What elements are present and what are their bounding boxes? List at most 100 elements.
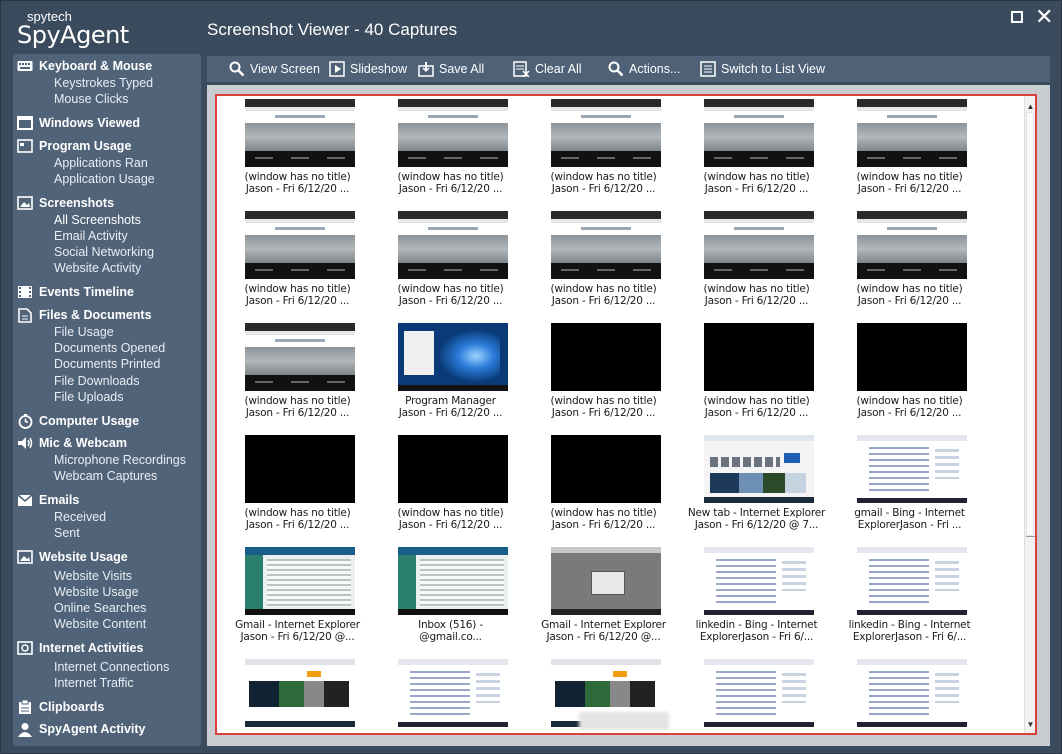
scroll-down-icon[interactable]: ▼ <box>1025 718 1035 732</box>
sidebar-item-microphone-recordings[interactable]: Microphone Recordings <box>54 453 186 469</box>
sidebar-item-file-uploads[interactable]: File Uploads <box>54 390 123 406</box>
screenshot-tile[interactable]: (window has no title) Jason - Fri 6/12/20… <box>221 96 374 203</box>
close-icon[interactable]: ✕ <box>1035 6 1053 28</box>
screenshot-tile[interactable]: (window has no title) Jason - Fri 6/12/20… <box>527 431 680 539</box>
screenshot-thumbnail[interactable] <box>704 435 814 503</box>
screenshot-thumbnail[interactable] <box>704 323 814 391</box>
screenshot-thumbnail[interactable] <box>245 659 355 727</box>
sidebar-item-applications-ran[interactable]: Applications Ran <box>54 156 148 172</box>
sidebar-item-internet-connections[interactable]: Internet Connections <box>54 660 169 676</box>
screenshot-tile[interactable]: New tab - Internet Explorer Jason - Fri 6… <box>680 431 833 539</box>
sidebar-item-website-content[interactable]: Website Content <box>54 617 146 633</box>
slideshow-button[interactable]: Slideshow <box>329 60 407 78</box>
screenshot-thumbnail[interactable] <box>245 435 355 503</box>
scroll-thumb[interactable] <box>1026 112 1034 536</box>
sidebar-item-application-usage[interactable]: Application Usage <box>54 172 155 188</box>
sidebar-item-website-activity[interactable]: Website Activity <box>54 261 141 277</box>
screenshot-thumbnail[interactable] <box>398 323 508 391</box>
screenshot-tile[interactable]: (window has no title) Jason - Fri 6/12/20… <box>374 431 527 539</box>
screenshot-tile[interactable]: linkedin - Bing - Internet ExplorerJason … <box>833 543 986 651</box>
screenshot-tile[interactable]: gmail - Bing - Internet ExplorerJason - F… <box>833 431 986 539</box>
scroll-track[interactable] <box>1026 536 1035 716</box>
screenshot-thumbnail[interactable] <box>245 211 355 279</box>
screenshot-tile[interactable]: Gmail - Internet Explorer Jason - Fri 6/1… <box>221 543 374 651</box>
screenshot-tile[interactable]: (window has no title) Jason - Fri 6/12/20… <box>833 319 986 427</box>
sidebar-item-file-usage[interactable]: File Usage <box>54 325 114 341</box>
sidebar-section-files-documents[interactable]: Files & Documents <box>17 306 152 324</box>
screenshot-tile[interactable]: (window has no title) Jason - Fri 6/12/20… <box>680 96 833 203</box>
maximize-icon[interactable] <box>1009 9 1025 25</box>
screenshot-thumbnail[interactable] <box>245 99 355 167</box>
view-screen-button[interactable]: View Screen <box>229 60 320 78</box>
sidebar-item-file-downloads[interactable]: File Downloads <box>54 374 139 390</box>
screenshot-tile[interactable]: Gmail - Internet Explorer Jason - Fri 6/1… <box>527 543 680 651</box>
screenshot-thumbnail[interactable] <box>551 211 661 279</box>
screenshot-thumbnail[interactable] <box>857 99 967 167</box>
sidebar-section-computer-usage[interactable]: Computer Usage <box>17 412 139 430</box>
sidebar-item-documents-printed[interactable]: Documents Printed <box>54 357 160 373</box>
sidebar-item-keystrokes-typed[interactable]: Keystrokes Typed <box>54 76 153 92</box>
sidebar-section-mic-webcam[interactable]: Mic & Webcam <box>17 434 127 452</box>
screenshot-thumbnail[interactable] <box>245 323 355 391</box>
sidebar-item-sent[interactable]: Sent <box>54 526 80 542</box>
screenshot-tile[interactable]: (window has no title) Jason - Fri 6/12/20… <box>221 207 374 315</box>
screenshot-tile[interactable]: (window has no title) Jason - Fri 6/12/20… <box>527 207 680 315</box>
screenshot-tile[interactable]: Program Manager Jason - Fri 6/12/20 ... <box>374 319 527 427</box>
screenshot-thumbnail[interactable] <box>704 659 814 727</box>
sidebar-section-spyagent-activity[interactable]: SpyAgent Activity <box>17 720 146 738</box>
screenshot-thumbnail[interactable] <box>245 547 355 615</box>
screenshot-thumbnail[interactable] <box>704 211 814 279</box>
screenshot-thumbnail[interactable] <box>551 547 661 615</box>
sidebar-item-website-usage[interactable]: Website Usage <box>54 585 139 601</box>
sidebar-section-internet-activities[interactable]: Internet Activities <box>17 639 143 657</box>
screenshot-tile[interactable]: (window has no title) Jason - Fri 6/12/20… <box>833 96 986 203</box>
screenshot-thumbnail[interactable] <box>857 211 967 279</box>
screenshot-tile[interactable]: Inbox (516) - @gmail.co... <box>374 543 527 651</box>
sidebar-item-internet-traffic[interactable]: Internet Traffic <box>54 676 134 692</box>
sidebar-item-online-searches[interactable]: Online Searches <box>54 601 146 617</box>
sidebar-section-clipboards[interactable]: Clipboards <box>17 698 104 716</box>
sidebar-section-windows-viewed[interactable]: Windows Viewed <box>17 114 140 132</box>
sidebar-section-screenshots[interactable]: Screenshots <box>17 194 114 212</box>
screenshot-tile[interactable]: (window has no title) Jason - Fri 6/12/20… <box>221 319 374 427</box>
screenshot-tile[interactable]: (window has no title) Jason - Fri 6/12/20… <box>833 207 986 315</box>
screenshot-thumbnail[interactable] <box>398 435 508 503</box>
screenshot-thumbnail[interactable] <box>398 99 508 167</box>
sidebar-item-email-activity[interactable]: Email Activity <box>54 229 128 245</box>
vertical-scrollbar[interactable]: ▲ ▼ <box>1024 96 1035 733</box>
sidebar-item-mouse-clicks[interactable]: Mouse Clicks <box>54 92 128 108</box>
screenshot-tile[interactable] <box>221 655 374 733</box>
screenshot-thumbnail[interactable] <box>398 211 508 279</box>
screenshot-tile[interactable] <box>680 655 833 733</box>
sidebar-section-website-usage[interactable]: Website Usage <box>17 548 128 566</box>
screenshot-tile[interactable]: (window has no title) Jason - Fri 6/12/20… <box>680 207 833 315</box>
screenshot-thumbnail[interactable] <box>551 435 661 503</box>
screenshot-thumbnail[interactable] <box>398 659 508 727</box>
screenshot-thumbnail[interactable] <box>857 547 967 615</box>
sidebar-item-all-screenshots[interactable]: All Screenshots <box>54 213 141 229</box>
screenshot-thumbnail[interactable] <box>398 547 508 615</box>
sidebar-section-events-timeline[interactable]: Events Timeline <box>17 283 134 301</box>
sidebar-section-emails[interactable]: Emails <box>17 491 79 509</box>
sidebar-item-social-networking[interactable]: Social Networking <box>54 245 154 261</box>
screenshot-thumbnail[interactable] <box>704 547 814 615</box>
save-all-button[interactable]: Save All <box>418 60 484 78</box>
sidebar-item-received[interactable]: Received <box>54 510 106 526</box>
screenshot-tile[interactable]: (window has no title) Jason - Fri 6/12/20… <box>527 96 680 203</box>
screenshot-thumbnail[interactable] <box>551 99 661 167</box>
screenshot-tile[interactable]: (window has no title) Jason - Fri 6/12/20… <box>221 431 374 539</box>
sidebar-section-keyboard-mouse[interactable]: Keyboard & Mouse <box>17 57 152 75</box>
screenshot-tile[interactable]: (window has no title) Jason - Fri 6/12/20… <box>680 319 833 427</box>
screenshot-tile[interactable]: (window has no title) Jason - Fri 6/12/20… <box>374 207 527 315</box>
sidebar-item-webcam-captures[interactable]: Webcam Captures <box>54 469 157 485</box>
actions-button[interactable]: Actions... <box>608 60 680 78</box>
screenshot-tile[interactable]: (window has no title) Jason - Fri 6/12/20… <box>374 96 527 203</box>
screenshot-thumbnail[interactable] <box>704 99 814 167</box>
screenshot-thumbnail[interactable] <box>857 659 967 727</box>
screenshot-thumbnail[interactable] <box>857 323 967 391</box>
sidebar-item-documents-opened[interactable]: Documents Opened <box>54 341 165 357</box>
screenshot-tile[interactable] <box>833 655 986 733</box>
screenshot-tile[interactable]: (window has no title) Jason - Fri 6/12/20… <box>527 319 680 427</box>
clear-all-button[interactable]: Clear All <box>513 60 582 78</box>
screenshot-thumbnail[interactable] <box>857 435 967 503</box>
